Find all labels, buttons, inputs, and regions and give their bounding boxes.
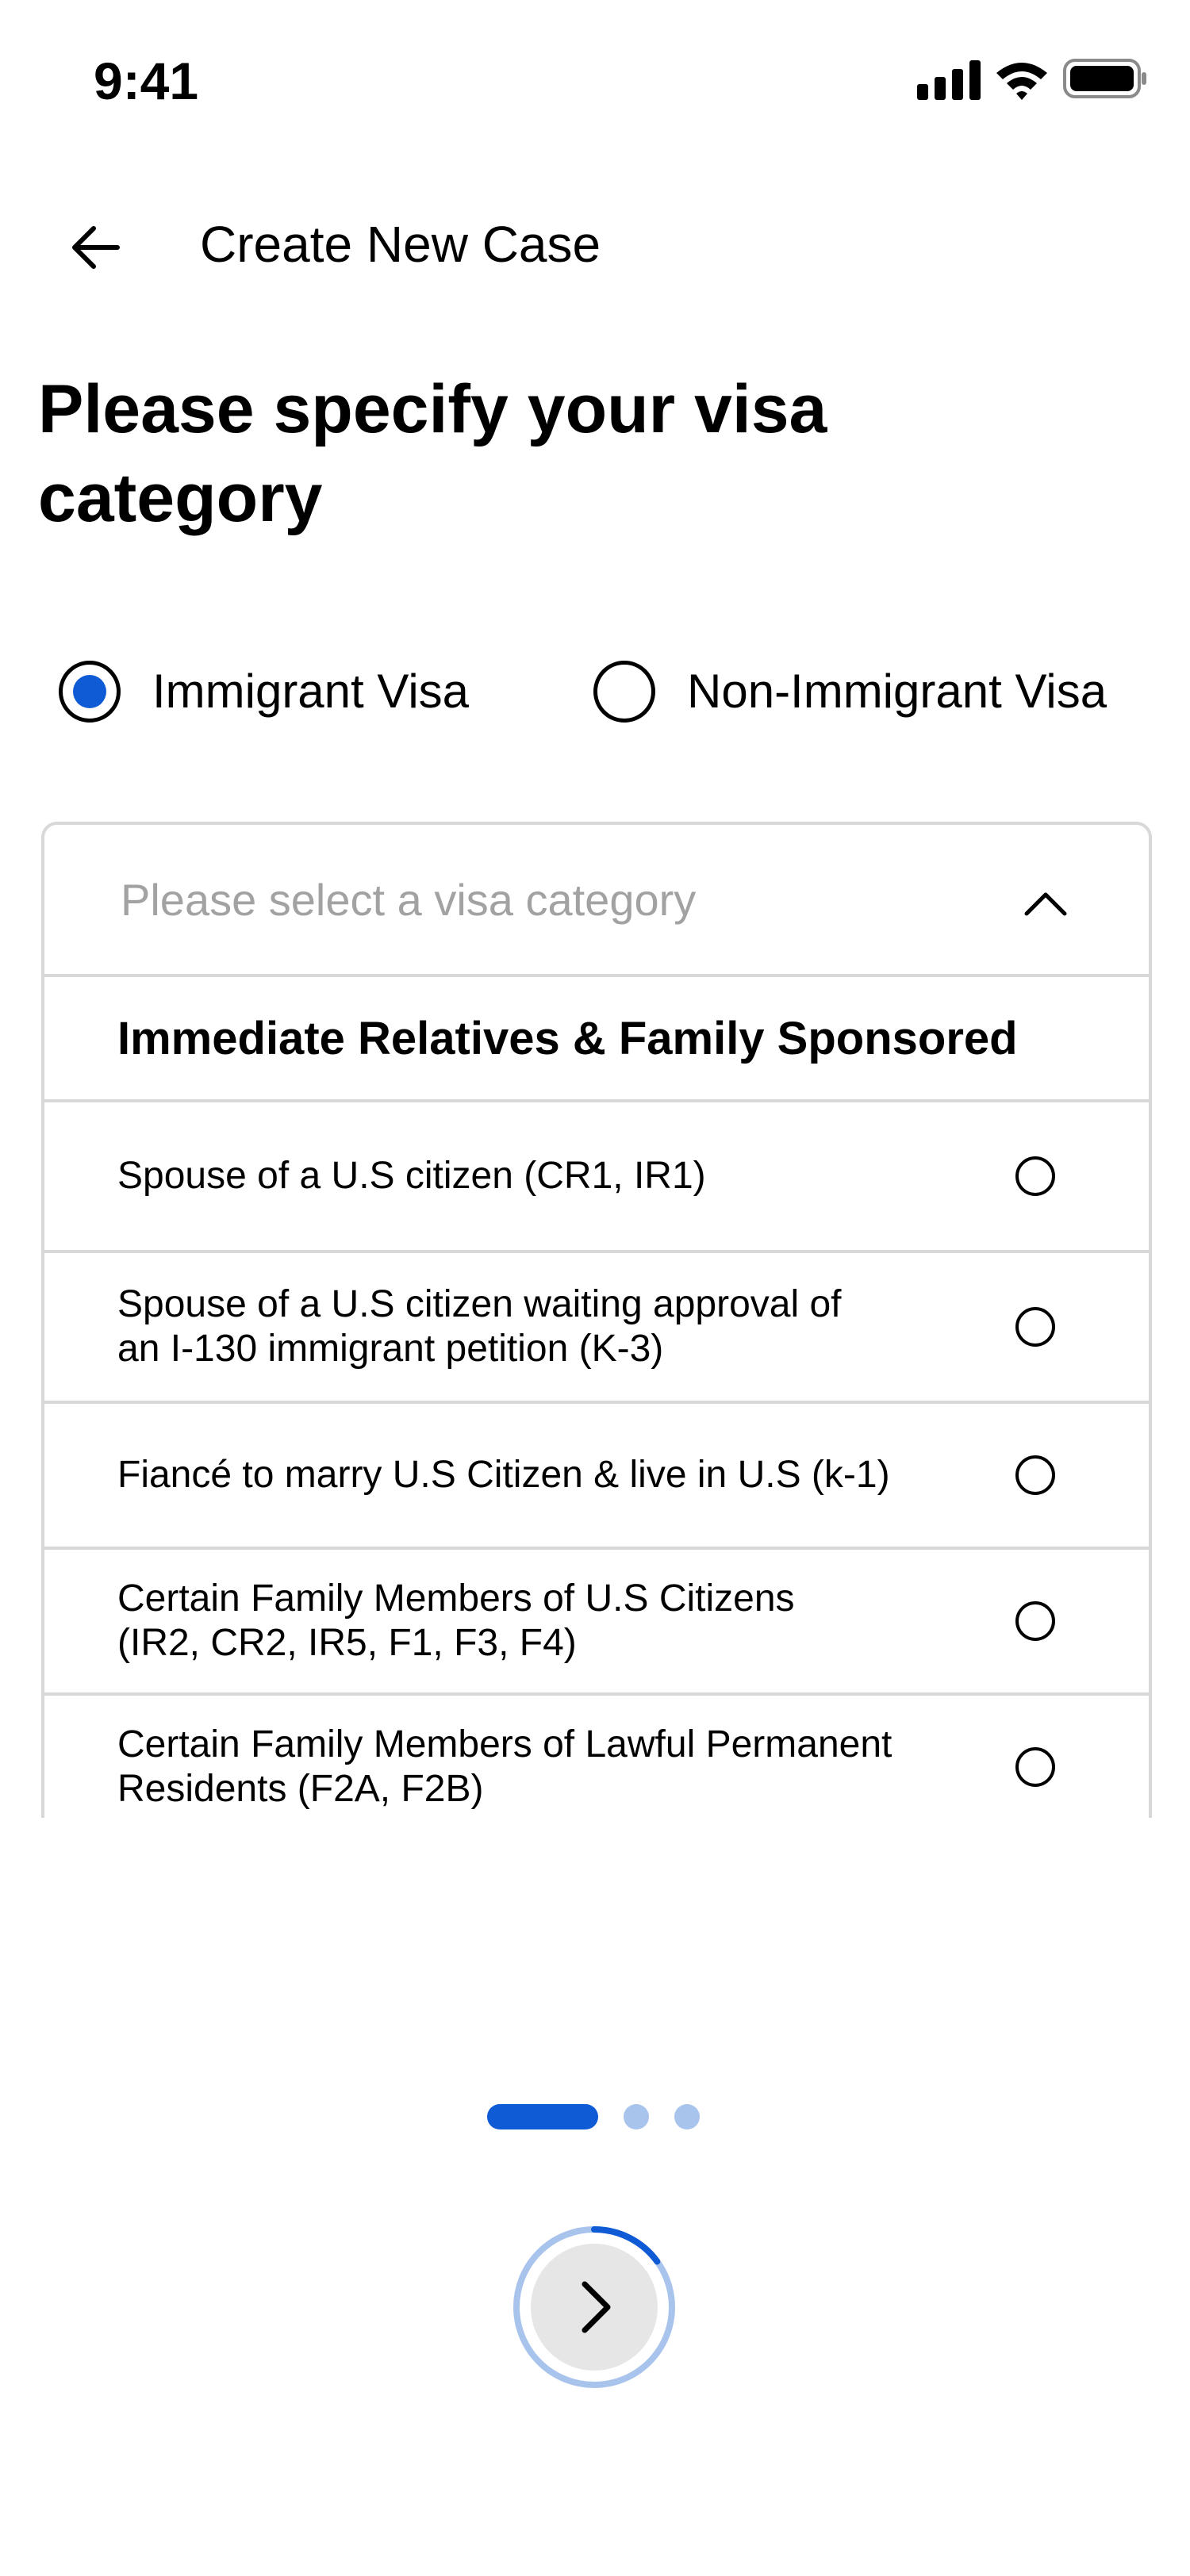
cellular-signal-icon — [917, 60, 981, 100]
option-label: Spouse of a U.S citizen (CR1, IR1) — [117, 1155, 706, 1197]
visa-category-dropdown: Please select a visa category Immediate … — [41, 822, 1152, 1818]
non-immigrant-visa-option[interactable]: Non-Immigrant Visa — [593, 652, 1107, 731]
option-label: Certain Family Members of Lawful Permane… — [117, 1723, 892, 1810]
page-dot — [674, 2104, 700, 2129]
option-label: Certain Family Members of U.S Citizens (… — [117, 1577, 795, 1664]
pagination-indicator — [487, 2103, 700, 2130]
create-case-screen: 9:41 Create New Case Please specify your… — [0, 0, 1190, 2576]
chevron-up-icon — [1024, 892, 1067, 916]
radio-dot — [73, 675, 106, 708]
status-icons — [911, 56, 1149, 103]
header-title: Create New Case — [200, 216, 601, 273]
page-dot — [624, 2104, 649, 2129]
immigrant-visa-option[interactable]: Immigrant Visa — [59, 652, 469, 731]
radio-unselected-icon[interactable] — [1015, 1747, 1055, 1787]
option-group-header: Immediate Relatives & Family Sponsored — [44, 977, 1149, 1102]
radio-unselected-icon — [593, 661, 655, 723]
battery-icon — [1063, 59, 1146, 98]
option-fiance-k1[interactable]: Fiancé to marry U.S Citizen & live in U.… — [44, 1404, 1149, 1550]
status-time: 9:41 — [94, 52, 199, 110]
radio-unselected-icon[interactable] — [1015, 1307, 1055, 1347]
dropdown-options-list[interactable]: Immediate Relatives & Family Sponsored S… — [41, 977, 1152, 1818]
radio-unselected-icon[interactable] — [1015, 1156, 1055, 1196]
next-button[interactable] — [511, 2224, 678, 2390]
option-label: Fiancé to marry U.S Citizen & live in U.… — [117, 1454, 890, 1496]
dropdown-placeholder: Please select a visa category — [121, 874, 697, 925]
option-label: Spouse of a U.S citizen waiting approval… — [117, 1283, 842, 1370]
radio-selected-icon — [59, 661, 121, 723]
next-button-fill — [531, 2244, 658, 2371]
page-dot-active — [487, 2104, 598, 2129]
arrow-left-icon — [72, 226, 120, 269]
option-spouse-cr1-ir1[interactable]: Spouse of a U.S citizen (CR1, IR1) — [44, 1102, 1149, 1253]
back-button[interactable] — [56, 208, 135, 287]
radio-unselected-icon[interactable] — [1015, 1601, 1055, 1641]
option-family-permanent-residents[interactable]: Certain Family Members of Lawful Permane… — [44, 1696, 1149, 1818]
option-spouse-k3[interactable]: Spouse of a U.S citizen waiting approval… — [44, 1253, 1149, 1404]
immigrant-visa-label: Immigrant Visa — [152, 665, 470, 718]
radio-unselected-icon[interactable] — [1015, 1455, 1055, 1495]
page-title: Please specify your visa category — [38, 371, 827, 536]
non-immigrant-visa-label: Non-Immigrant Visa — [687, 665, 1107, 718]
visa-category-select[interactable]: Please select a visa category — [41, 822, 1152, 977]
wifi-icon — [996, 63, 1047, 100]
option-family-us-citizens[interactable]: Certain Family Members of U.S Citizens (… — [44, 1550, 1149, 1696]
